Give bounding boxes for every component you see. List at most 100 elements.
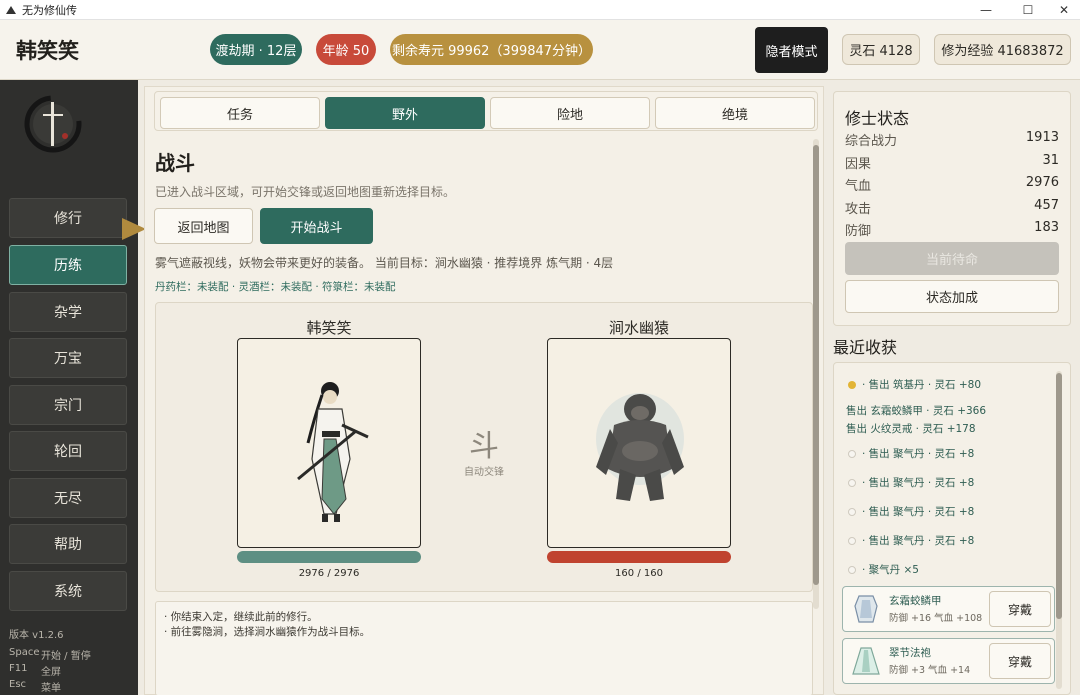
white-pill-icon xyxy=(848,450,856,458)
cultivator-status-panel: 修士状态 综合战力 1913 因果 31 气血 2976 攻击 457 防御 183 当前… xyxy=(833,91,1071,326)
sidebar-item-endless[interactable]: 无尽 xyxy=(9,478,127,518)
stat-label: 因果 xyxy=(845,157,872,172)
equipment-name: 翠节法袍 xyxy=(889,647,931,659)
list-item: 售出 火纹灵戒 · 灵石 +178 xyxy=(846,421,976,436)
hermit-mode-button[interactable]: 隐者模式 xyxy=(755,27,828,73)
standby-button[interactable]: 当前待命 xyxy=(845,242,1059,275)
tab-danger-zone[interactable]: 险地 xyxy=(490,97,650,129)
battle-log: · 你结束入定，继续此前的修行。 · 前往雾隐涧，选择涧水幽猿作为战斗目标。 xyxy=(155,601,813,695)
shortcut-key: F11 xyxy=(9,663,28,674)
main-panel: 任务 野外 险地 绝境 战斗 已进入战斗区域，可开始交锋或返回地图重新选择目标。… xyxy=(144,86,824,695)
sidebar-item-sect[interactable]: 宗门 xyxy=(9,385,127,425)
maximize-icon[interactable]: ☐ xyxy=(1010,0,1046,20)
lifespan-badge: 剩余寿元 99962（399847分钟） xyxy=(390,34,593,65)
stat-row-defense: 防御 183 xyxy=(845,220,1059,239)
loot-text: · 售出 聚气丹 · 灵石 +8 xyxy=(862,535,975,547)
list-item: · 售出 聚气丹 · 灵石 +8 xyxy=(848,504,974,519)
start-battle-button[interactable]: 开始战斗 xyxy=(260,208,373,244)
stat-row-hp: 气血 2976 xyxy=(845,175,1059,194)
shortcut-action: 全屏 xyxy=(41,667,61,678)
age-badge: 年龄 50 xyxy=(316,34,376,65)
equipment-name: 玄霜蛟鳞甲 xyxy=(889,595,942,607)
stat-row-attack: 攻击 457 xyxy=(845,198,1059,217)
consumable-slots: 丹药栏：未装配 · 灵酒栏：未装配 · 符箓栏：未装配 xyxy=(155,281,396,293)
stat-value: 1913 xyxy=(1025,130,1059,145)
loot-text: · 聚气丹 ×5 xyxy=(862,564,919,576)
white-pill-icon xyxy=(848,479,856,487)
equipment-item: 玄霜蛟鳞甲 防御 +16 气血 +108 穿戴 xyxy=(842,586,1055,632)
robe-icon xyxy=(852,647,880,675)
loot-text: 售出 火纹灵戒 · 灵石 +178 xyxy=(846,423,976,435)
back-to-map-button[interactable]: 返回地图 xyxy=(154,208,253,244)
battle-info-line: 雾气遮蔽视线，妖物会带来更好的装备。 当前目标：涧水幽猿 · 推荐境界 炼气期 … xyxy=(155,256,614,270)
player-portrait xyxy=(237,338,421,548)
tab-quests[interactable]: 任务 xyxy=(160,97,320,129)
enemy-hp-bar xyxy=(547,551,731,563)
shortcut-key: Esc xyxy=(9,679,27,690)
versus-glyph: 斗 xyxy=(469,429,499,464)
recent-scrollbar-thumb[interactable] xyxy=(1056,373,1062,619)
player-hp-text: 2976 / 2976 xyxy=(298,568,360,579)
list-item: · 售出 聚气丹 · 灵石 +8 xyxy=(848,446,974,461)
log-entry: · 前往雾隐涧，选择涧水幽猿作为战斗目标。 xyxy=(164,626,371,638)
status-title: 修士状态 xyxy=(845,109,910,128)
tab-wilderness[interactable]: 野外 xyxy=(325,97,485,129)
shortcut-row: Esc 菜单 xyxy=(9,679,61,694)
spirit-stone-counter: 灵石 4128 xyxy=(842,34,920,65)
sidebar-item-misc-arts[interactable]: 杂学 xyxy=(9,292,127,332)
equip-button[interactable]: 穿戴 xyxy=(989,591,1051,627)
list-item: · 售出 筑基丹 · 灵石 +80 xyxy=(848,377,981,392)
enemy-portrait xyxy=(547,338,731,548)
gold-pill-icon xyxy=(848,381,856,389)
sidebar-item-system[interactable]: 系统 xyxy=(9,571,127,611)
equipment-stats: 防御 +16 气血 +108 xyxy=(889,613,983,624)
equip-button[interactable]: 穿戴 xyxy=(989,643,1051,679)
list-item: · 售出 聚气丹 · 灵石 +8 xyxy=(848,475,974,490)
stat-value: 2976 xyxy=(1025,175,1059,190)
status-buff-button[interactable]: 状态加成 xyxy=(845,280,1059,313)
player-fighter-name: 韩笑笑 xyxy=(306,319,352,337)
equipment-item: 翠节法袍 防御 +3 气血 +14 穿戴 xyxy=(842,638,1055,684)
sidebar-item-reincarnation[interactable]: 轮回 xyxy=(9,431,127,471)
shortcut-action: 菜单 xyxy=(41,683,61,694)
loot-text: · 售出 聚气丹 · 灵石 +8 xyxy=(862,506,975,518)
scrollbar-thumb[interactable] xyxy=(813,145,819,585)
white-pill-icon xyxy=(848,566,856,574)
loot-text: · 售出 聚气丹 · 灵石 +8 xyxy=(862,448,975,460)
battle-arena: 韩笑笑 2976 / 2976 斗 自动交锋 涧水幽猿 160 / 160 xyxy=(155,302,813,592)
log-entry: · 你结束入定，继续此前的修行。 xyxy=(164,611,318,623)
stat-row-karma: 因果 31 xyxy=(845,153,1059,172)
version-label: 版本 v1.2.6 xyxy=(9,630,64,641)
tab-desperate-zone[interactable]: 绝境 xyxy=(655,97,815,129)
enemy-fighter-name: 涧水幽猿 xyxy=(608,319,669,337)
white-pill-icon xyxy=(848,508,856,516)
stat-label: 攻击 xyxy=(845,202,872,217)
section-title: 战斗 xyxy=(155,151,195,175)
auto-battle-label: 自动交锋 xyxy=(464,467,504,478)
stat-row-combat-power: 综合战力 1913 xyxy=(845,130,1059,149)
sidebar: 修行 历练 杂学 万宝 宗门 轮回 无尽 帮助 系统 版本 v1.2.6 Spa… xyxy=(0,80,138,695)
shortcut-action: 开始 / 暂停 xyxy=(41,651,91,662)
cultivation-exp-counter: 修为经验 41683872 xyxy=(934,34,1071,65)
stat-value: 183 xyxy=(1034,220,1059,235)
sidebar-item-treasures[interactable]: 万宝 xyxy=(9,338,127,378)
shortcut-row: Space 开始 / 暂停 xyxy=(9,647,91,662)
ape-monster-icon xyxy=(596,393,684,501)
active-pointer-icon xyxy=(122,218,146,240)
equipment-stats: 防御 +3 气血 +14 xyxy=(889,665,971,676)
stat-value: 31 xyxy=(1042,153,1059,168)
player-hp-bar xyxy=(237,551,421,563)
stat-label: 防御 xyxy=(845,224,872,239)
app-icon xyxy=(5,4,17,16)
sidebar-item-cultivate[interactable]: 修行 xyxy=(9,198,127,238)
sidebar-item-adventure[interactable]: 历练 xyxy=(9,245,127,285)
minimize-icon[interactable]: — xyxy=(968,0,1004,20)
white-pill-icon xyxy=(848,537,856,545)
list-item: · 售出 聚气丹 · 灵石 +8 xyxy=(848,533,974,548)
recent-gains-list: · 售出 筑基丹 · 灵石 +80 售出 玄霜蛟鳞甲 · 灵石 +366 售出 … xyxy=(833,362,1071,695)
close-icon[interactable]: ✕ xyxy=(1046,0,1080,20)
enemy-hp-text: 160 / 160 xyxy=(615,568,663,579)
sidebar-item-help[interactable]: 帮助 xyxy=(9,524,127,564)
sect-logo-icon xyxy=(24,95,82,153)
swordsman-icon xyxy=(297,382,369,522)
